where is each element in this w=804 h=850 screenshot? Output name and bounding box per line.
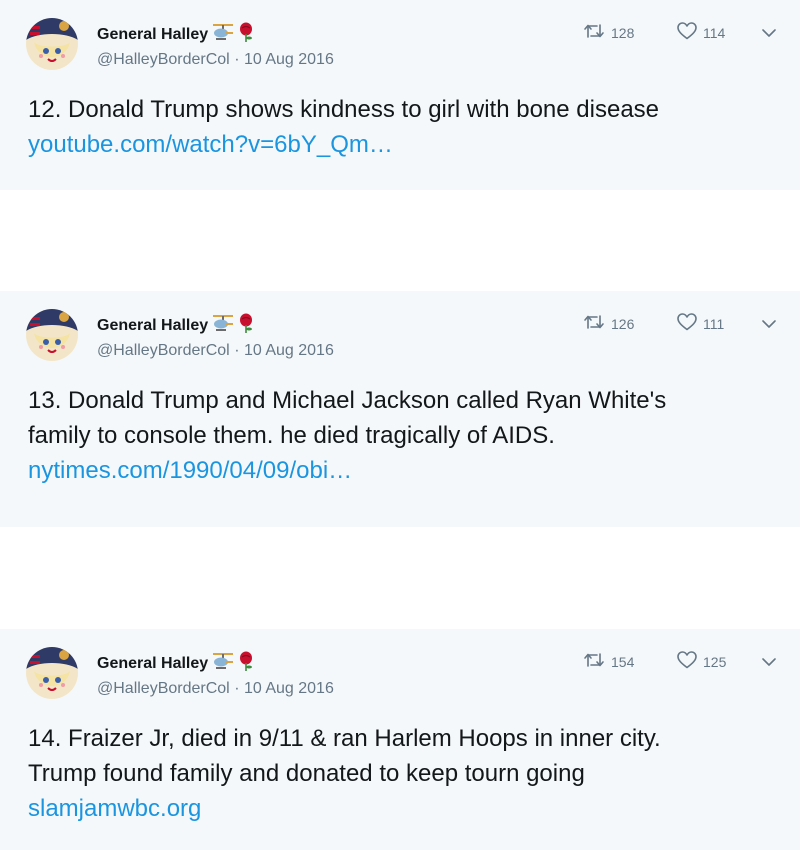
avatar[interactable] <box>26 647 78 699</box>
tweet-text: 14. Fraizer Jr, died in 9/11 & ran Harle… <box>28 721 768 826</box>
retweet-count: 154 <box>611 653 635 670</box>
handle-date-line: @HalleyBorderCol · 10 Aug 2016 <box>97 342 334 360</box>
retweet-button[interactable]: 128 <box>583 23 677 42</box>
tweet-text-line: 12. Donald Trump shows kindness to girl … <box>28 96 660 123</box>
retweet-icon <box>583 314 605 333</box>
retweet-count: 126 <box>611 315 635 332</box>
tweet-text-line: 13. Donald Trump and Michael Jackson cal… <box>28 387 667 414</box>
rose-icon <box>238 22 254 47</box>
tweet-menu-caret[interactable] <box>761 654 777 670</box>
like-count: 111 <box>703 315 725 332</box>
tweet-date[interactable]: 10 Aug 2016 <box>244 680 334 697</box>
helicopter-icon <box>212 652 234 675</box>
user-handle[interactable]: @HalleyBorderCol <box>97 51 230 68</box>
heart-icon <box>677 313 697 334</box>
tweet-menu-caret[interactable] <box>761 25 777 41</box>
retweet-button[interactable]: 154 <box>583 652 677 671</box>
tweet-text-line: 14. Fraizer Jr, died in 9/11 & ran Harle… <box>28 725 661 752</box>
tweet-text-line: family to console them. he died tragical… <box>28 422 555 449</box>
retweet-icon <box>583 652 605 671</box>
helicopter-icon <box>212 23 234 46</box>
avatar[interactable] <box>26 18 78 70</box>
tweet-actions: 128 114 <box>583 22 777 43</box>
tweet-actions: 154 125 <box>583 651 777 672</box>
chevron-down-icon <box>761 316 777 332</box>
tweet-date[interactable]: 10 Aug 2016 <box>244 51 334 68</box>
helicopter-icon <box>212 314 234 337</box>
like-button[interactable]: 114 <box>677 22 761 43</box>
heart-icon <box>677 651 697 672</box>
tweet-text: 12. Donald Trump shows kindness to girl … <box>28 92 768 162</box>
tweet-actions: 126 111 <box>583 313 777 334</box>
retweet-icon <box>583 23 605 42</box>
like-button[interactable]: 111 <box>677 313 761 334</box>
avatar[interactable] <box>26 309 78 361</box>
user-handle[interactable]: @HalleyBorderCol <box>97 680 230 697</box>
retweet-button[interactable]: 126 <box>583 314 677 333</box>
tweet-link[interactable]: youtube.com/watch?v=6bY_Qm… <box>28 131 393 158</box>
retweet-count: 128 <box>611 24 635 41</box>
separator-dot: · <box>234 51 240 68</box>
tweet-menu-caret[interactable] <box>761 316 777 332</box>
rose-icon <box>238 313 254 338</box>
tweet-link[interactable]: nytimes.com/1990/04/09/obi… <box>28 457 352 484</box>
like-count: 114 <box>703 24 726 41</box>
chevron-down-icon <box>761 654 777 670</box>
rose-icon <box>238 651 254 676</box>
tweet-link[interactable]: slamjamwbc.org <box>28 795 201 822</box>
tweet-text: 13. Donald Trump and Michael Jackson cal… <box>28 383 768 488</box>
handle-date-line: @HalleyBorderCol · 10 Aug 2016 <box>97 51 334 69</box>
separator-dot: · <box>234 342 240 359</box>
tweet-text-line: Trump found family and donated to keep t… <box>28 760 585 787</box>
user-handle[interactable]: @HalleyBorderCol <box>97 342 230 359</box>
display-name[interactable]: General Halley <box>97 655 208 673</box>
like-count: 125 <box>703 653 727 670</box>
tweet-card[interactable]: General Halley @HalleyBorderCol · 10 Aug… <box>0 291 800 527</box>
tweet-date[interactable]: 10 Aug 2016 <box>244 342 334 359</box>
tweet-card[interactable]: General Halley @HalleyBorderCol · 10 Aug… <box>0 629 800 850</box>
display-name[interactable]: General Halley <box>97 26 208 44</box>
separator-dot: · <box>234 680 240 697</box>
like-button[interactable]: 125 <box>677 651 761 672</box>
chevron-down-icon <box>761 25 777 41</box>
display-name[interactable]: General Halley <box>97 317 208 335</box>
handle-date-line: @HalleyBorderCol · 10 Aug 2016 <box>97 680 334 698</box>
tweet-card[interactable]: General Halley @HalleyBorderCol · 10 Aug… <box>0 0 800 190</box>
heart-icon <box>677 22 697 43</box>
